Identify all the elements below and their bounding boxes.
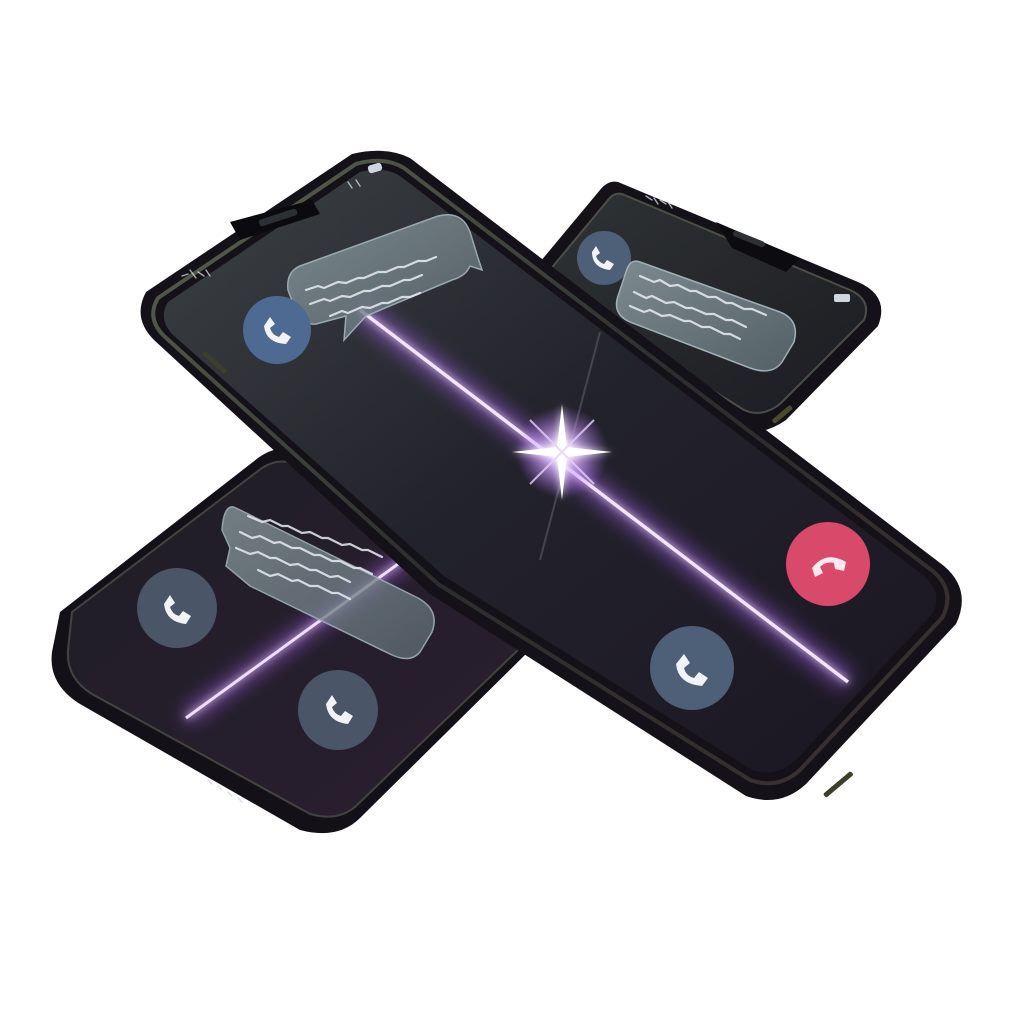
decline-call-button[interactable] bbox=[786, 522, 870, 606]
call-button-left-bottom[interactable] bbox=[298, 670, 378, 750]
phones-illustration bbox=[51, 150, 962, 834]
side-button bbox=[823, 771, 853, 798]
call-button-left-top[interactable] bbox=[137, 568, 217, 648]
accept-call-button-back[interactable] bbox=[577, 231, 631, 285]
accept-call-button[interactable] bbox=[650, 626, 734, 710]
battery-icon bbox=[834, 294, 850, 302]
call-button-front-top[interactable] bbox=[243, 296, 311, 364]
